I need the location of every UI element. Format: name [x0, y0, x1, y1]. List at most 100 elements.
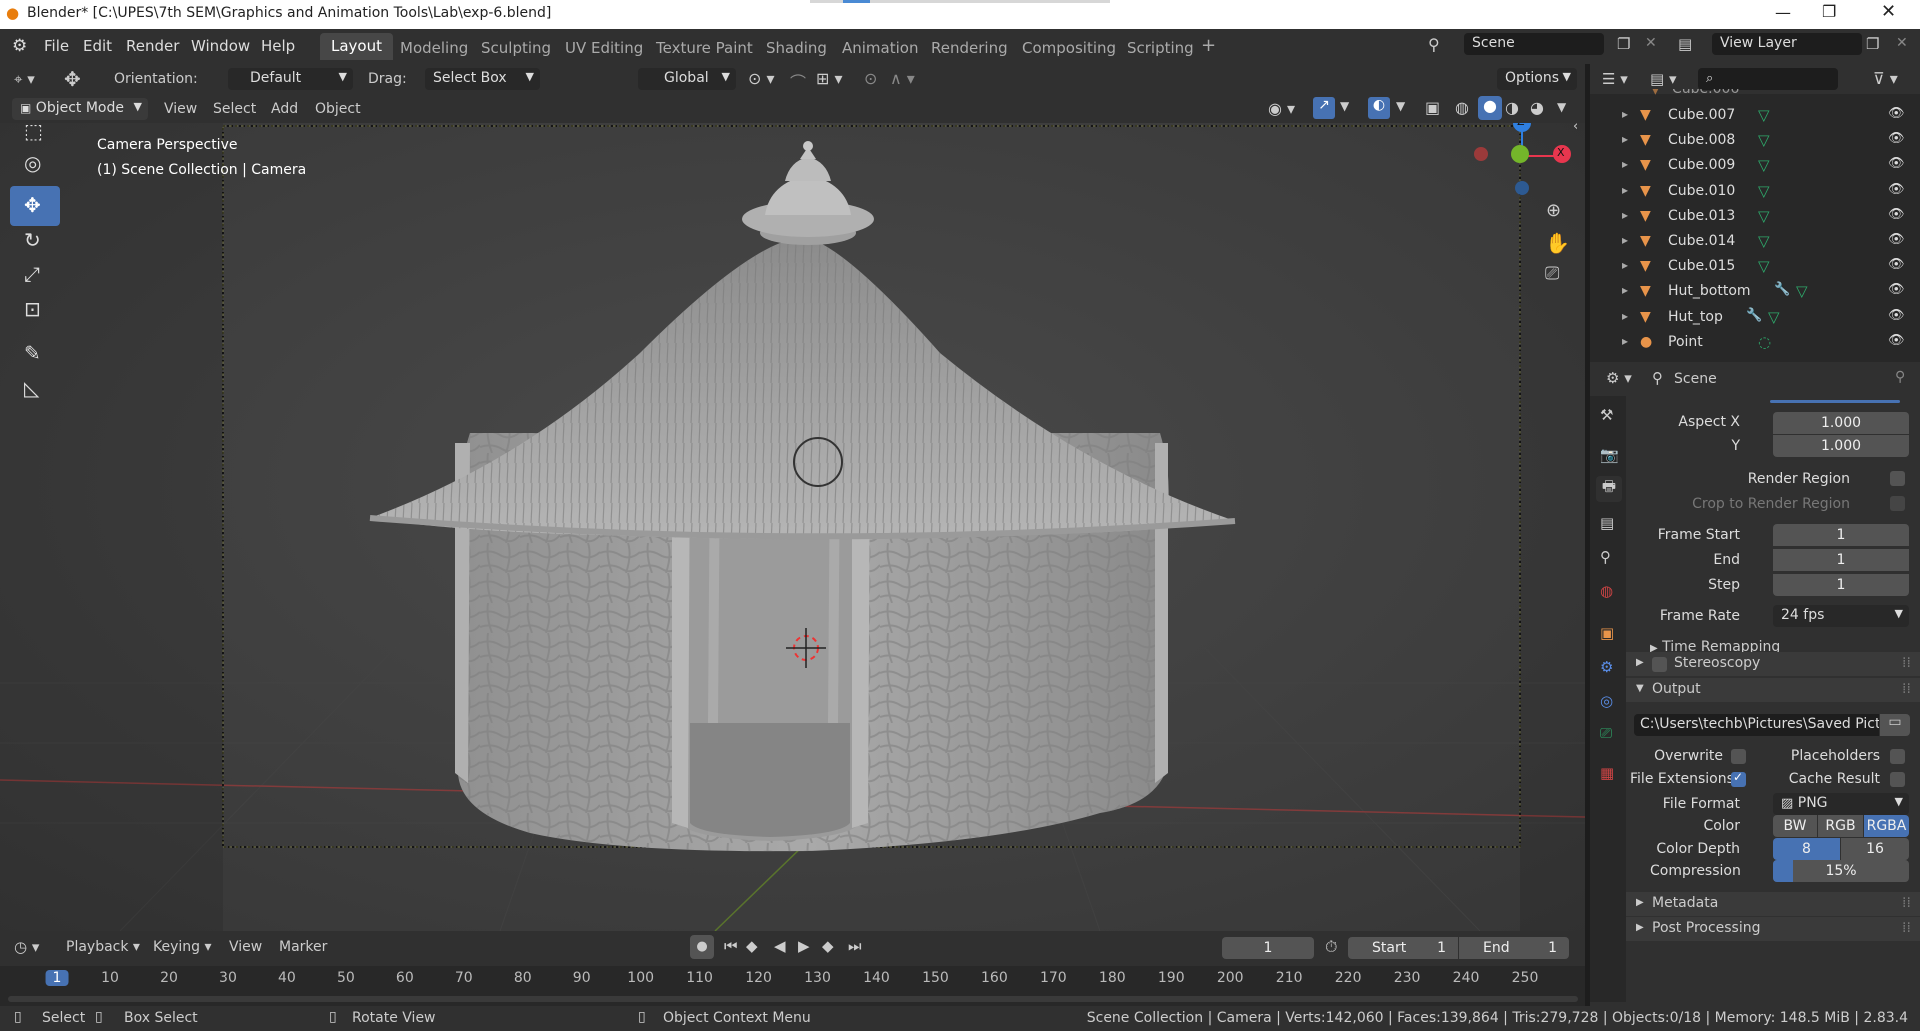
outliner-item-hut-top[interactable]: ▸ ▼ Hut_top 🔧 ▽ 👁: [1590, 306, 1920, 331]
outliner-item-cube-009[interactable]: ▸ ▼ Cube.009 ▽ 👁: [1590, 154, 1920, 179]
tab-compositing[interactable]: Compositing: [1022, 39, 1116, 57]
mesh-data-icon[interactable]: ▽: [1758, 257, 1770, 275]
transform-orientation-dropdown[interactable]: Global ▼: [638, 68, 736, 90]
camera-view-icon[interactable]: ⎚: [1545, 263, 1559, 284]
mesh-data-icon[interactable]: ▽: [1758, 131, 1770, 149]
measure-tool[interactable]: ◺: [10, 368, 60, 408]
drag-dropdown[interactable]: Select Box ▼: [425, 68, 540, 90]
menu-view[interactable]: View: [164, 101, 197, 117]
snap-toggle-icon[interactable]: ⌒: [790, 69, 806, 93]
object-tab-icon[interactable]: ▣: [1600, 624, 1614, 642]
pivot-point-icon[interactable]: ⊙ ▾: [748, 69, 775, 88]
visibility-eye-icon[interactable]: 👁: [1888, 308, 1905, 323]
stereoscopy-panel[interactable]: ▶ Stereoscopy ⁞⁞: [1626, 652, 1920, 676]
annotate-tool[interactable]: ✎: [10, 333, 60, 373]
outliner-search-input[interactable]: ⌕: [1698, 68, 1838, 90]
outliner-item-point[interactable]: ▸ ● Point ◌ 👁: [1590, 331, 1920, 356]
orientation-dropdown[interactable]: Default ▼: [228, 68, 353, 90]
tab-shading[interactable]: Shading: [766, 39, 827, 57]
tab-texture-paint[interactable]: Texture Paint: [656, 39, 753, 57]
start-frame-field[interactable]: Start 1: [1348, 937, 1458, 959]
maximize-icon[interactable]: ❐: [1822, 2, 1836, 21]
timeline-editor-icon[interactable]: ◷ ▾: [14, 938, 39, 956]
collapse-sidebar-icon[interactable]: ‹: [1573, 123, 1578, 134]
menu-render[interactable]: Render: [126, 37, 179, 55]
visibility-eye-icon[interactable]: 👁: [1888, 282, 1905, 297]
expand-arrow-icon[interactable]: ▸: [1622, 107, 1628, 121]
output-panel-header[interactable]: ▼ Output ⁞⁞: [1626, 678, 1920, 702]
outliner-item-cube-015[interactable]: ▸ ▼ Cube.015 ▽ 👁: [1590, 255, 1920, 280]
menu-select[interactable]: Select: [213, 101, 256, 117]
tab-uv-editing[interactable]: UV Editing: [565, 39, 643, 57]
rendered-shading-icon[interactable]: ◕: [1530, 98, 1544, 117]
stereoscopy-checkbox[interactable]: [1652, 657, 1667, 672]
next-keyframe-icon[interactable]: ◆: [822, 937, 834, 955]
frame-rate-dropdown[interactable]: 24 fps ▼: [1773, 605, 1909, 627]
mesh-data-icon[interactable]: ▽: [1796, 282, 1808, 300]
object-data-tab-icon[interactable]: ⎚: [1600, 724, 1612, 742]
editor-type-icon[interactable]: ⌖ ▾: [14, 70, 35, 88]
pin-icon[interactable]: ⚲: [1895, 369, 1905, 385]
current-frame-field[interactable]: 1: [1222, 937, 1314, 959]
outliner-item-cube-010[interactable]: ▸ ▼ Cube.010 ▽ 👁: [1590, 180, 1920, 205]
overlay-menu-icon[interactable]: ▼: [1396, 99, 1405, 113]
color-rgba-button[interactable]: RGBA: [1864, 815, 1909, 837]
expand-arrow-icon[interactable]: ▸: [1622, 132, 1628, 146]
tab-scripting[interactable]: Scripting: [1127, 39, 1194, 57]
visibility-eye-icon[interactable]: 👁: [1888, 257, 1905, 272]
outliner-item-cube-008[interactable]: ▸ ▼ Cube.008 ▽ 👁: [1590, 129, 1920, 154]
play-reverse-icon[interactable]: ◀: [774, 937, 786, 955]
expand-arrow-icon[interactable]: ▸: [1622, 258, 1628, 272]
outliner-item-cube-014[interactable]: ▸ ▼ Cube.014 ▽ 👁: [1590, 230, 1920, 255]
gizmo-toggle-icon[interactable]: ↗: [1313, 97, 1335, 119]
metadata-panel[interactable]: ▶ Metadata ⁞⁞: [1626, 892, 1920, 916]
minimize-icon[interactable]: —: [1775, 3, 1791, 22]
outliner-item-cube-007[interactable]: ▸ ▼ Cube.007 ▽ 👁: [1590, 104, 1920, 129]
move-tool-icon[interactable]: ✥: [64, 67, 81, 91]
physics-tab-icon[interactable]: ◎: [1600, 692, 1613, 710]
drag-handle-icon[interactable]: ⁞⁞: [1902, 895, 1911, 911]
new-scene-icon[interactable]: ❐: [1617, 35, 1630, 53]
light-data-icon[interactable]: ◌: [1758, 333, 1771, 351]
wrench-modifier-icon[interactable]: 🔧: [1746, 308, 1762, 323]
overlay-toggle-icon[interactable]: ◐: [1368, 97, 1390, 119]
placeholders-checkbox[interactable]: [1890, 749, 1905, 764]
pan-hand-icon[interactable]: ✋: [1545, 231, 1570, 255]
render-region-checkbox[interactable]: [1890, 471, 1905, 486]
snap-target-icon[interactable]: ⊞ ▾: [816, 69, 843, 88]
color-bw-button[interactable]: BW: [1773, 815, 1817, 837]
properties-editor-icon[interactable]: ⚙ ▾: [1606, 369, 1632, 387]
frame-step-field[interactable]: 1: [1773, 574, 1909, 596]
output-path-field[interactable]: C:\Users\techb\Pictures\Saved Pictu...: [1634, 714, 1879, 736]
add-workspace-button[interactable]: +: [1201, 35, 1216, 56]
gizmo-menu-icon[interactable]: ▼: [1340, 99, 1349, 113]
mesh-data-icon[interactable]: ▽: [1758, 106, 1770, 124]
cache-result-checkbox[interactable]: [1890, 772, 1905, 787]
compression-slider[interactable]: 15%: [1773, 860, 1909, 882]
menu-object[interactable]: Object: [315, 101, 361, 117]
color-depth-8-button[interactable]: 8: [1773, 838, 1840, 860]
expand-arrow-icon[interactable]: ▸: [1622, 208, 1628, 222]
scene-type-icon[interactable]: ⚲: [1428, 35, 1440, 54]
timeline[interactable]: 1 10 20 30 40 50 60 70 80 90 100 110 120 130 140 150 160…: [0, 966, 1585, 1006]
aspect-x-field[interactable]: 1.000: [1773, 412, 1909, 434]
blender-menu-icon[interactable]: ⚙: [12, 36, 27, 56]
jump-start-icon[interactable]: ⏮: [724, 937, 738, 955]
menu-marker[interactable]: Marker: [279, 939, 327, 955]
solid-shading-icon[interactable]: ●: [1478, 96, 1502, 120]
end-frame-field[interactable]: End 1: [1459, 937, 1569, 959]
render-tab-icon[interactable]: 📷: [1600, 446, 1619, 464]
menu-file[interactable]: File: [44, 37, 69, 55]
expand-arrow-icon[interactable]: ▸: [1622, 157, 1628, 171]
outliner-row[interactable]: ▼ Cube.006: [1590, 89, 1920, 101]
color-rgb-button[interactable]: RGB: [1818, 815, 1863, 837]
post-processing-panel[interactable]: ▶ Post Processing ⁞⁞: [1626, 917, 1920, 941]
filter-icon[interactable]: ⊽ ▾: [1873, 69, 1898, 88]
expand-arrow-icon[interactable]: ▸: [1622, 233, 1628, 247]
close-icon[interactable]: ✕: [1881, 1, 1896, 22]
mesh-data-icon[interactable]: ▽: [1758, 156, 1770, 174]
folder-browse-button[interactable]: ▭: [1880, 714, 1910, 736]
material-shading-icon[interactable]: ◑: [1505, 98, 1519, 117]
new-view-layer-icon[interactable]: ❐: [1866, 35, 1879, 53]
outliner-item-cube-013[interactable]: ▸ ▼ Cube.013 ▽ 👁: [1590, 205, 1920, 230]
